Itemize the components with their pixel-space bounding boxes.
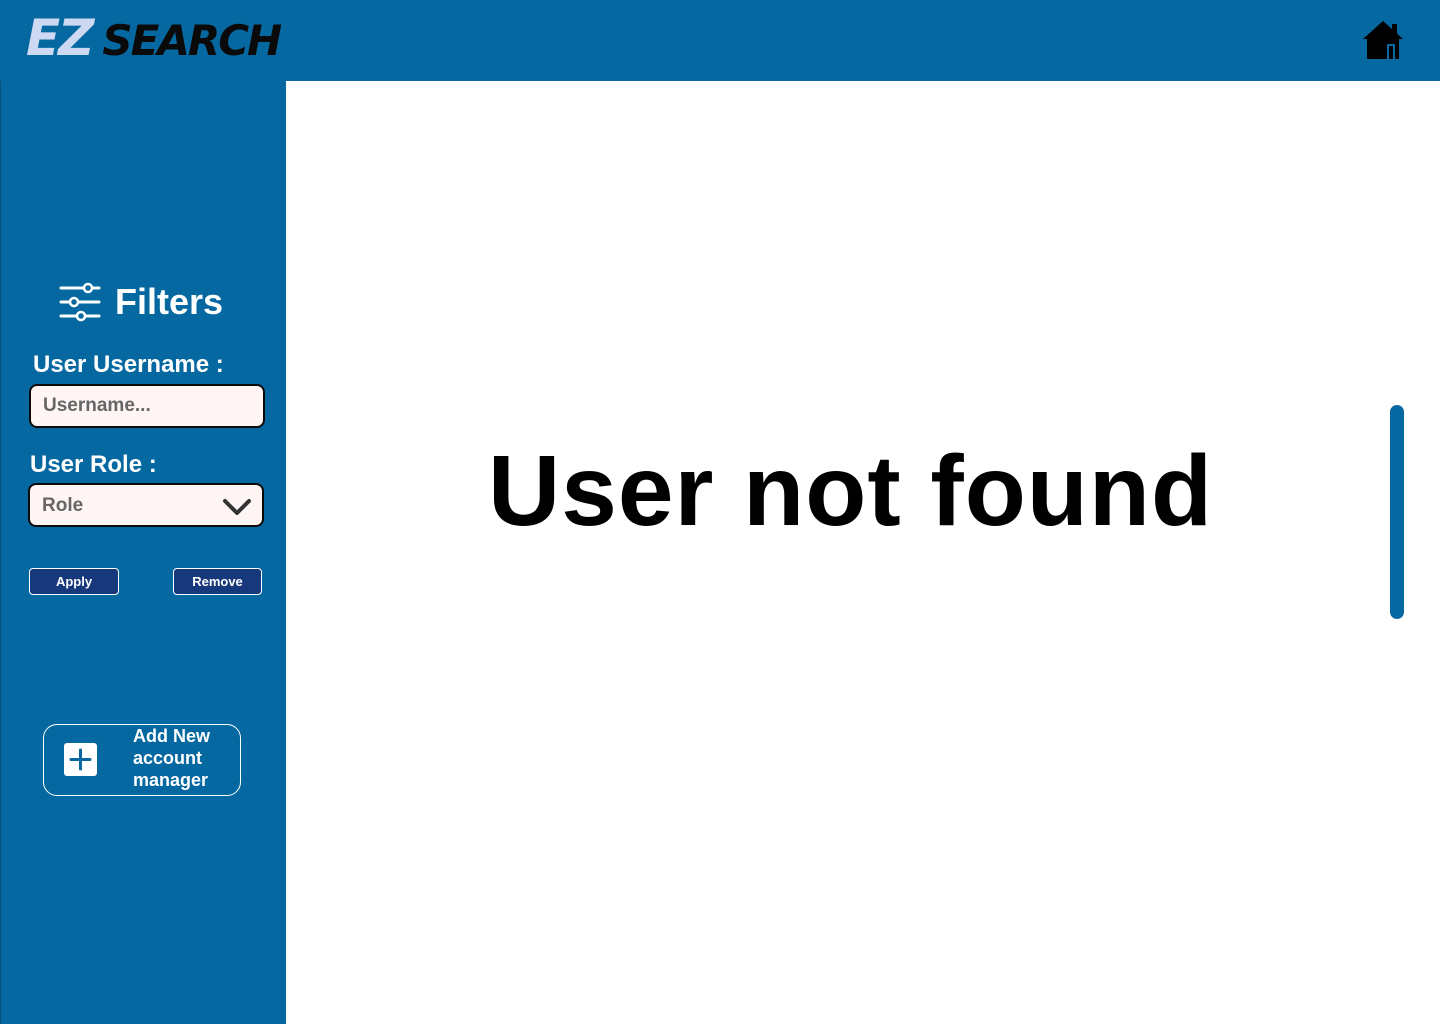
role-select-value: Role xyxy=(42,495,84,516)
add-account-manager-label: Add New account manager xyxy=(133,726,211,790)
top-bar: EZ SEARCH xyxy=(0,0,1440,81)
not-found-message: User not found xyxy=(488,435,1214,547)
vertical-scrollbar[interactable] xyxy=(1390,405,1404,619)
filters-title: Filters xyxy=(115,281,224,322)
app-logo: EZ SEARCH xyxy=(26,9,282,67)
logo-ez-text: EZ xyxy=(26,9,94,67)
logo-search-text: SEARCH xyxy=(102,16,282,65)
filter-sidebar: Filters User Username : User Role : Role… xyxy=(0,81,286,1024)
role-label: User Role : xyxy=(30,451,157,478)
username-input[interactable] xyxy=(29,384,265,428)
main-content: User not found xyxy=(286,81,1440,1024)
sliders-icon xyxy=(59,282,101,322)
remove-button[interactable]: Remove xyxy=(173,568,262,595)
chevron-down-icon xyxy=(223,499,251,515)
home-button[interactable] xyxy=(1362,18,1404,60)
plus-square-icon xyxy=(64,743,97,776)
apply-button[interactable]: Apply xyxy=(29,568,119,595)
home-icon xyxy=(1363,21,1403,59)
role-select[interactable]: Role xyxy=(28,483,264,527)
username-label: User Username : xyxy=(33,351,224,378)
add-account-manager-button[interactable]: Add New account manager xyxy=(43,724,241,796)
filters-heading: Filters xyxy=(59,281,223,323)
